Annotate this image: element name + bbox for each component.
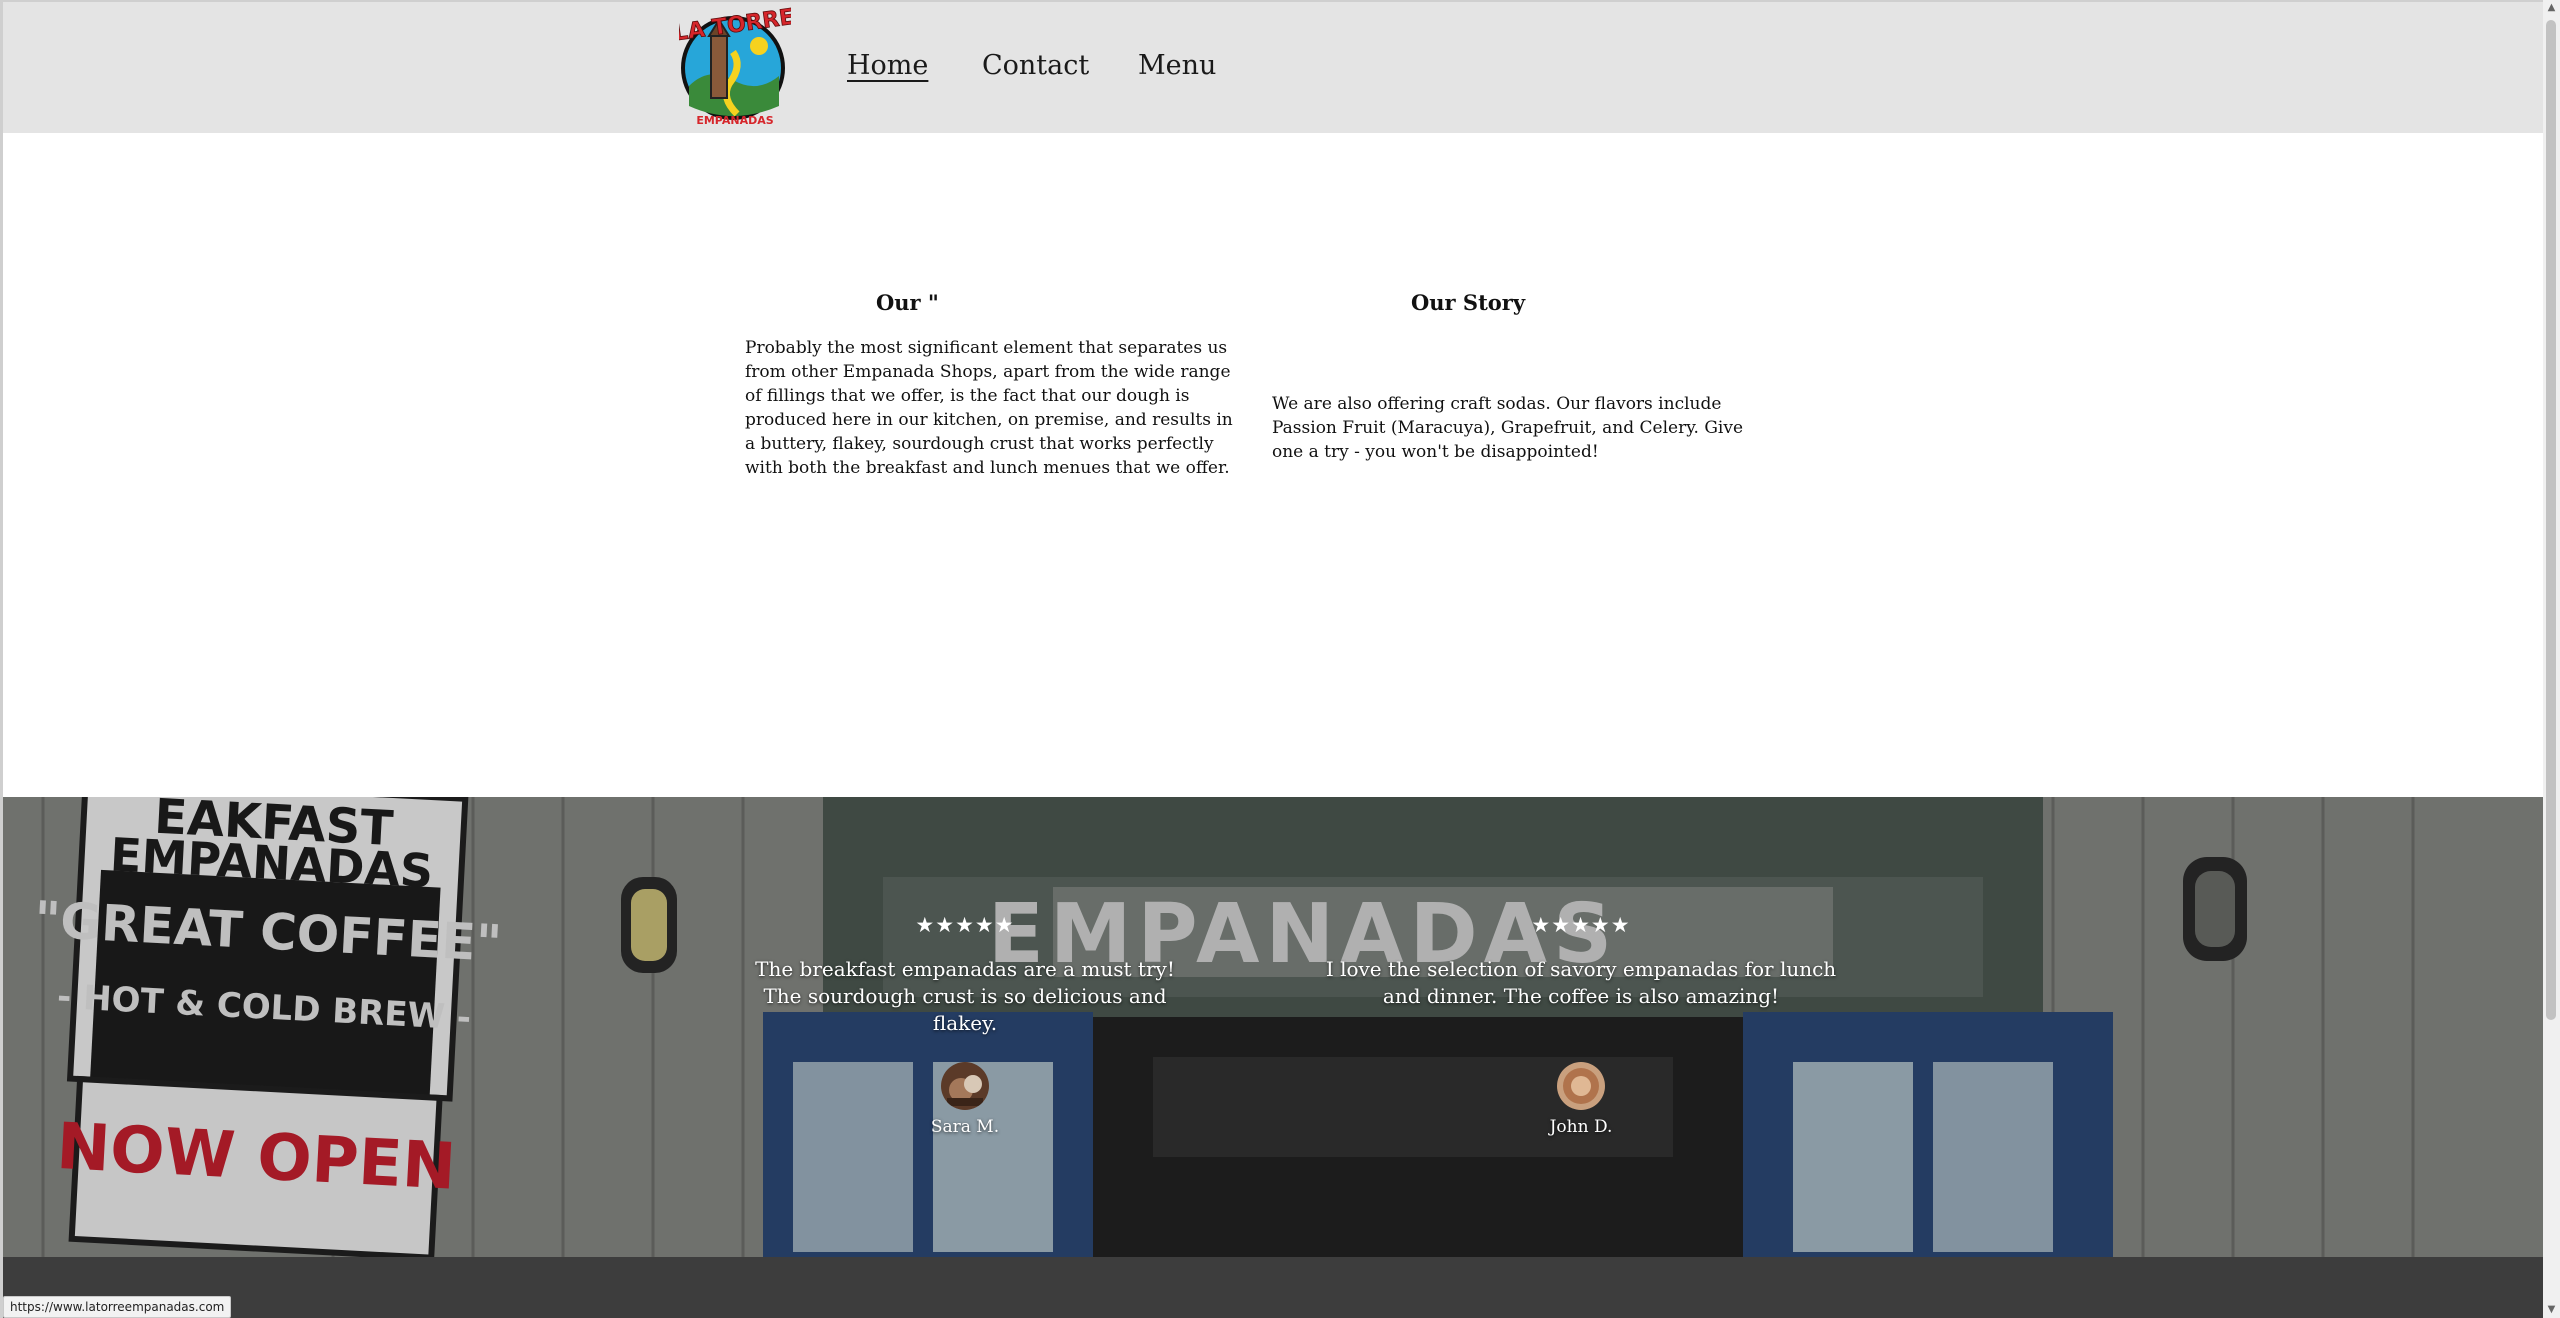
testimonial-1-quote: The breakfast empanadas are a must try! … xyxy=(755,957,1175,1035)
testimonials-section: EMPANADAS EAKFAST EMPANADAS "GREAT COFFE… xyxy=(3,797,2543,1257)
vertical-scrollbar[interactable]: ▲ ▼ xyxy=(2543,0,2560,1318)
scroll-down-arrow-icon[interactable]: ▼ xyxy=(2543,1302,2560,1318)
testimonial-2-quote: I love the selection of savory empanadas… xyxy=(1325,957,1837,1008)
site-logo[interactable]: LA TORRE EMPANADAS xyxy=(672,4,796,130)
testimonial-1-stars: ★★★★★ xyxy=(915,913,1015,937)
scroll-up-arrow-icon[interactable]: ▲ xyxy=(2543,0,2560,16)
background-dim-overlay xyxy=(3,797,2543,1257)
footer xyxy=(3,1257,2543,1318)
left-section-text: Probably the most significant element th… xyxy=(745,338,1233,478)
nav-menu[interactable]: Menu xyxy=(1138,50,1216,81)
site-header: LA TORRE EMPANADAS Home Contact Menu xyxy=(3,2,2543,133)
testimonial-2-name: John D. xyxy=(1549,1117,1613,1137)
left-section-title: Our " xyxy=(876,290,939,315)
testimonial-2-stars: ★★★★★ xyxy=(1531,913,1631,937)
status-bar-link-preview: https://www.latorreempanadas.com xyxy=(3,1296,232,1318)
testimonial-1-avatar xyxy=(941,1062,989,1110)
our-story-title: Our Story xyxy=(1411,290,1526,315)
our-story-text: We are also offering craft sodas. Our fl… xyxy=(1272,394,1744,462)
logo-bottom-text: EMPANADAS xyxy=(696,114,773,127)
testimonial-1-name: Sara M. xyxy=(930,1117,1000,1137)
scrollbar-thumb[interactable] xyxy=(2546,20,2556,1020)
nav-home[interactable]: Home xyxy=(847,50,928,81)
nav-contact[interactable]: Contact xyxy=(982,50,1089,81)
testimonial-2-avatar xyxy=(1557,1062,1605,1110)
